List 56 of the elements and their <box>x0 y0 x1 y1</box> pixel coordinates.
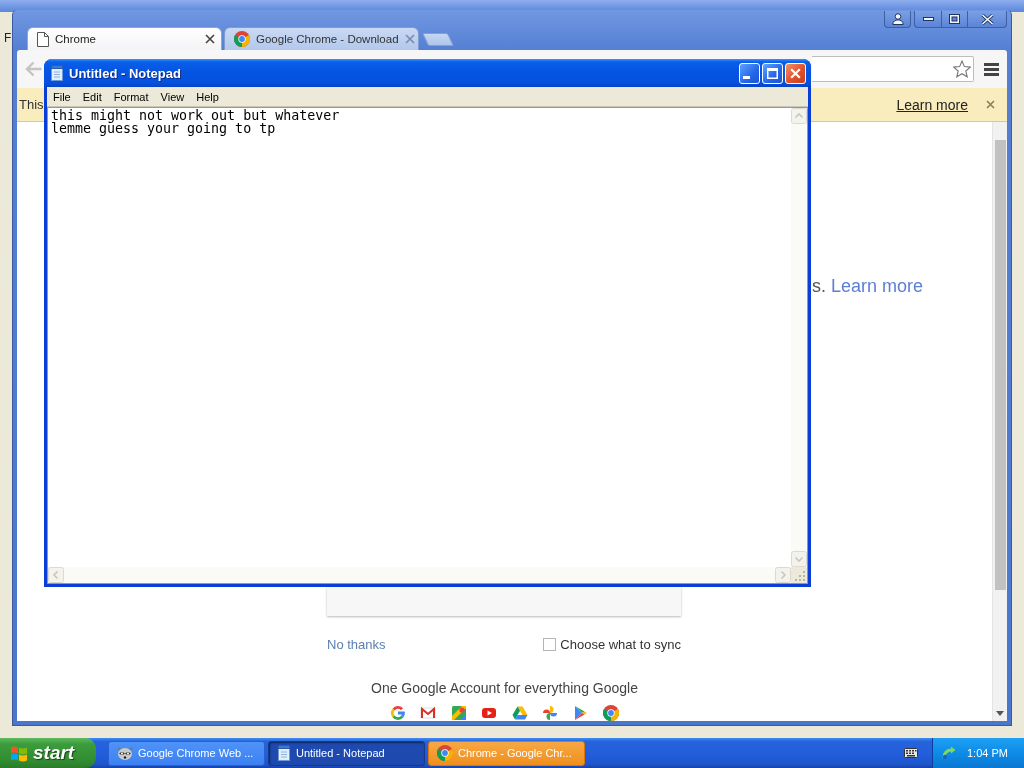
curved-arrow-icon[interactable] <box>942 746 956 760</box>
tricolor-circle-icon <box>234 31 250 47</box>
checkbox-label[interactable]: Choose what to sync <box>560 636 681 652</box>
close-button[interactable] <box>967 11 1007 28</box>
clock: 1:04 PM <box>967 747 1008 759</box>
profile-button[interactable] <box>884 11 911 28</box>
info-bar-text: This <box>19 97 44 112</box>
start-button[interactable]: start <box>0 738 96 768</box>
menu-icon[interactable] <box>984 62 999 76</box>
tricolor-circle-icon[interactable] <box>603 705 620 721</box>
flag-icon <box>10 744 28 762</box>
learn-more-link[interactable]: Learn more <box>831 276 924 296</box>
notepad-icon <box>277 745 291 761</box>
menu-item[interactable]: File <box>47 89 77 104</box>
tagline-text: One Google Account for everything Google <box>371 679 638 697</box>
keyboard-icon[interactable] <box>904 748 918 758</box>
menu-item[interactable]: Edit <box>76 89 108 104</box>
browser-tab[interactable]: Google Chrome - Download <box>224 27 419 50</box>
person-icon <box>891 13 904 25</box>
info-text: s. Learn more <box>812 275 924 298</box>
close-icon[interactable] <box>205 34 215 44</box>
close-icon <box>980 13 994 25</box>
minimize-icon <box>743 75 750 79</box>
animal-face-icon <box>117 745 133 761</box>
maximize-button[interactable] <box>941 11 967 28</box>
menu-item[interactable]: F <box>4 31 12 45</box>
map-icon[interactable] <box>450 705 467 721</box>
notepad-icon <box>50 65 64 81</box>
menu-item[interactable]: Help <box>190 89 225 104</box>
scrollbar-thumb[interactable] <box>994 140 1006 590</box>
triangle-icon[interactable] <box>511 705 528 721</box>
minimize-icon <box>922 17 934 21</box>
video-play-icon[interactable] <box>481 705 498 721</box>
new-tab-button[interactable] <box>421 33 455 46</box>
learn-more-link[interactable]: Learn more <box>896 96 968 113</box>
tricolor-circle-icon <box>437 745 453 761</box>
play-triangle-icon[interactable] <box>572 705 589 721</box>
minimize-button[interactable] <box>914 11 941 28</box>
window-title: Untitled - Notepad <box>69 65 181 81</box>
scrollbar[interactable] <box>992 122 1007 721</box>
page-icon <box>37 31 49 47</box>
menu-item[interactable]: View <box>154 89 191 104</box>
envelope-icon[interactable] <box>420 705 437 721</box>
taskbar-button[interactable]: Untitled - Notepad <box>268 740 425 766</box>
checkbox[interactable] <box>543 637 557 651</box>
menu-item[interactable]: Format <box>107 89 155 104</box>
maximize-icon <box>767 67 778 79</box>
no-thanks-link[interactable]: No thanks <box>327 636 386 652</box>
browser-tab[interactable]: Chrome <box>27 27 222 50</box>
star-icon[interactable] <box>953 60 971 78</box>
restore-icon <box>949 14 960 24</box>
size-grip-icon[interactable] <box>791 567 807 583</box>
colored-g-icon[interactable] <box>389 705 406 721</box>
pinwheel-icon[interactable] <box>542 705 559 721</box>
scroll-down-arrow-icon[interactable] <box>996 711 1004 716</box>
close-icon <box>790 67 801 79</box>
